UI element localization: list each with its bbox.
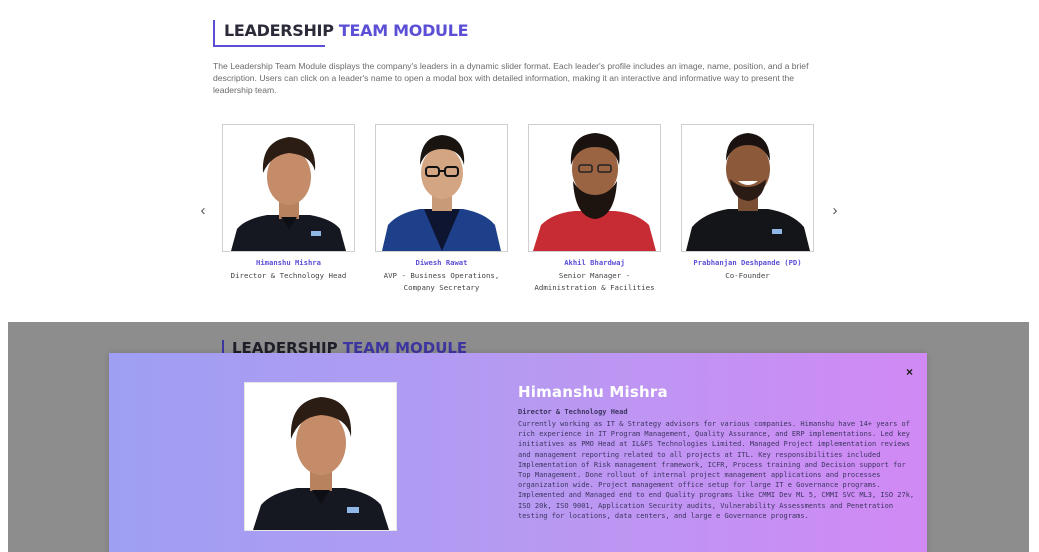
leader-card: Himanshu Mishra Director & Technology He…	[222, 124, 355, 282]
chevron-right-icon[interactable]: ›	[828, 203, 842, 219]
leader-name-link[interactable]: Akhil Bhardwaj	[528, 258, 661, 267]
leader-role: AVP - Business Operations, Company Secre…	[383, 271, 500, 292]
leader-name-link[interactable]: Himanshu Mishra	[222, 258, 355, 267]
leader-detail-modal: × Himanshu Mishra Director & Technology …	[109, 353, 927, 552]
leader-portrait-image	[223, 125, 354, 251]
leader-role: Director & Technology Head	[230, 271, 347, 280]
leader-role: Senior Manager - Administration & Facili…	[534, 271, 655, 292]
close-icon[interactable]: ×	[906, 366, 913, 378]
leader-card: Prabhanjan Deshpande (PD) Co-Founder	[681, 124, 814, 282]
modal-leader-role: Director & Technology Head	[518, 408, 628, 416]
heading-dark-text: LEADERSHIP	[224, 21, 334, 40]
modal-backdrop[interactable]: LEADERSHIP TEAM MODULE × Himanshu Mishra…	[8, 322, 1029, 552]
heading-underline	[213, 45, 325, 47]
modal-leader-bio: Currently working as IT & Strategy advis…	[518, 420, 915, 520]
leader-card: Diwesh Rawat AVP - Business Operations, …	[375, 124, 508, 294]
leader-photo[interactable]	[528, 124, 661, 252]
leader-photo[interactable]	[222, 124, 355, 252]
section-description: The Leadership Team Module displays the …	[213, 61, 809, 95]
heading-accent-text: TEAM MODULE	[338, 21, 469, 40]
leader-portrait-image	[529, 125, 660, 251]
leadership-section: LEADERSHIP TEAM MODULE The Leadership Te…	[0, 0, 1039, 322]
modal-leader-photo	[244, 382, 397, 531]
leader-portrait-image	[682, 125, 813, 251]
leader-card: Akhil Bhardwaj Senior Manager - Administ…	[528, 124, 661, 294]
leader-photo[interactable]	[375, 124, 508, 252]
modal-leader-name: Himanshu Mishra	[518, 383, 668, 401]
leader-photo[interactable]	[681, 124, 814, 252]
leader-portrait-image	[376, 125, 507, 251]
chevron-left-icon[interactable]: ‹	[196, 203, 210, 219]
leader-role: Co-Founder	[725, 271, 770, 280]
leader-name-link[interactable]: Prabhanjan Deshpande (PD)	[681, 258, 814, 267]
section-heading: LEADERSHIP TEAM MODULE	[213, 20, 469, 47]
modal-portrait-image	[245, 383, 396, 530]
leader-name-link[interactable]: Diwesh Rawat	[375, 258, 508, 267]
